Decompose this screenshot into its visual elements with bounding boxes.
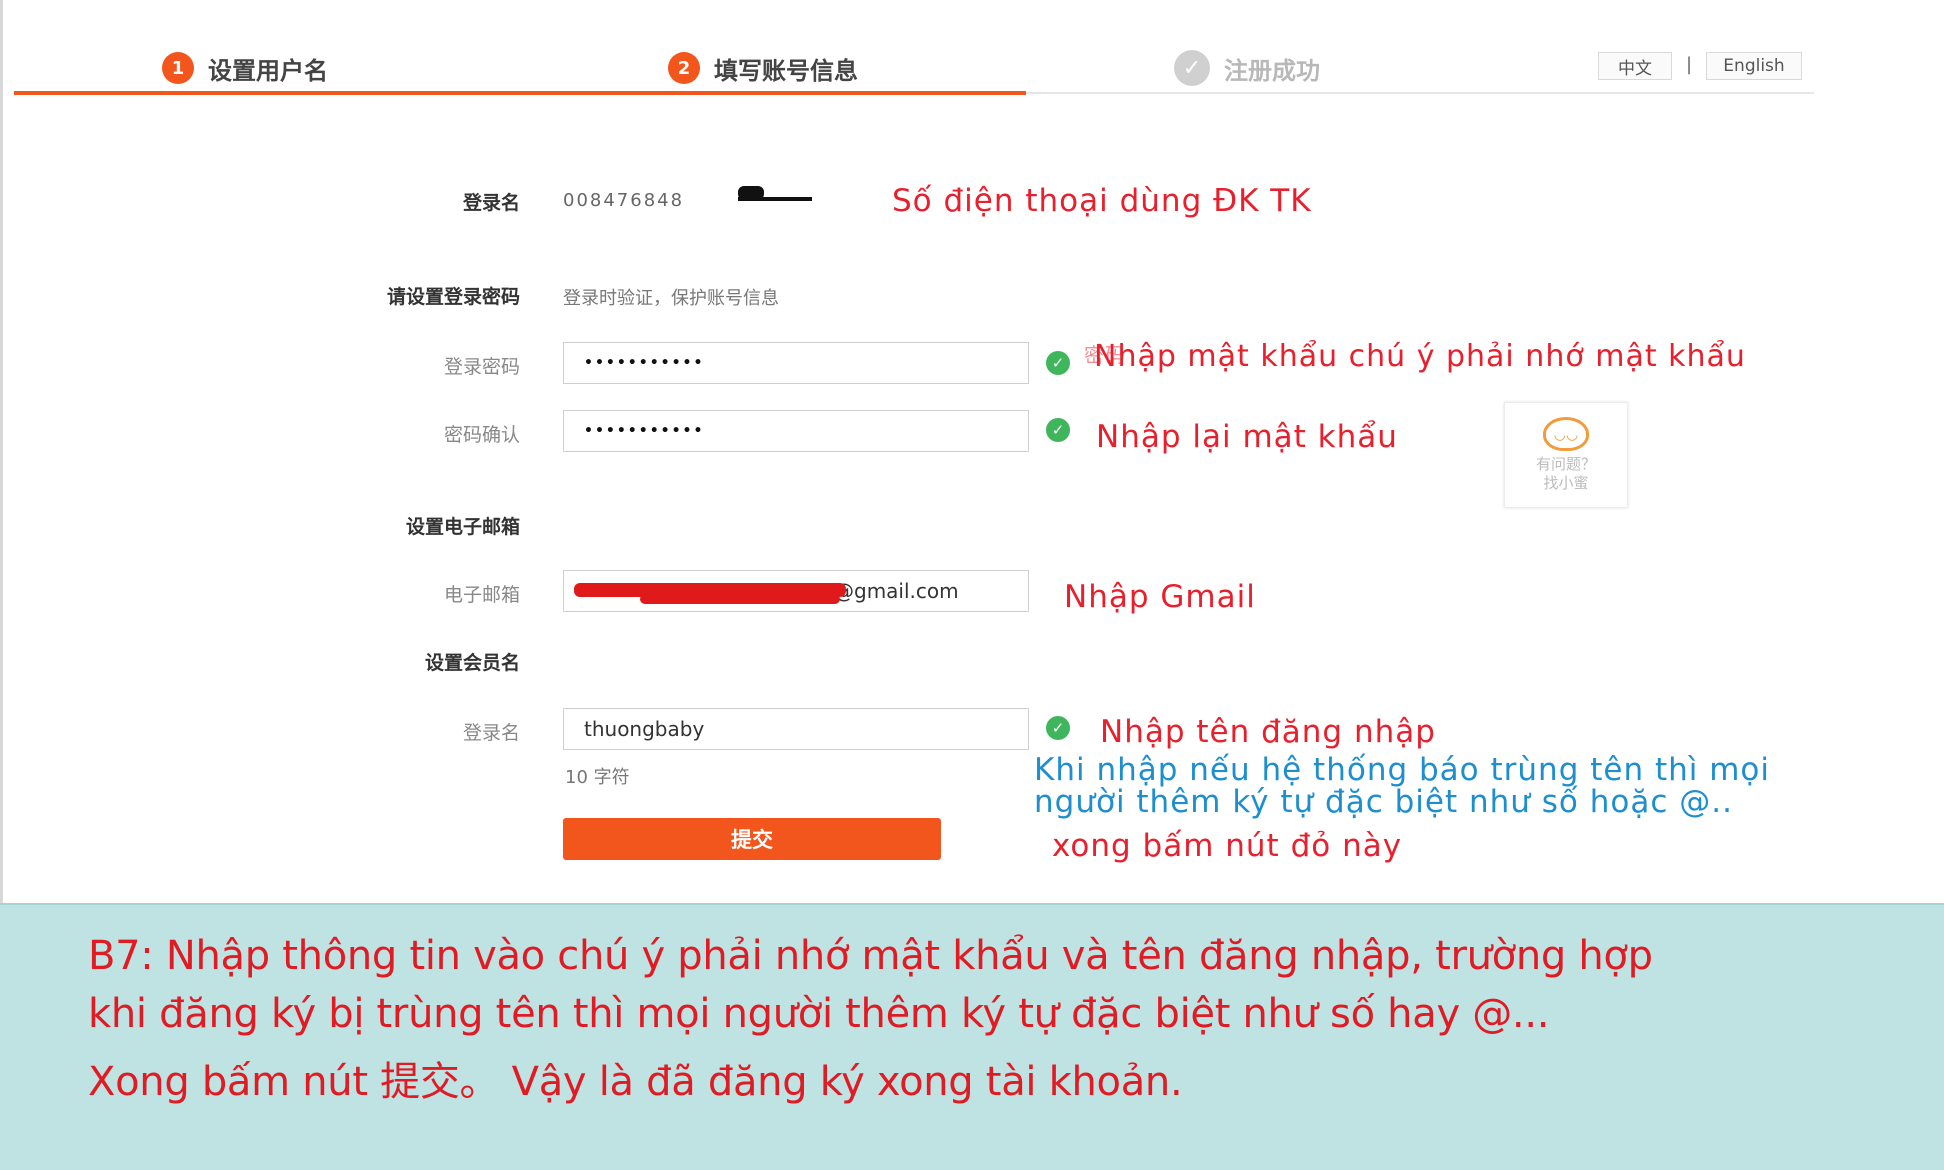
password-ok-icon: ✓: [1046, 351, 1070, 375]
caption-line-1: B7: Nhập thông tin vào chú ý phải nhớ mậ…: [88, 933, 1653, 979]
help-line-2: 找小蜜: [1543, 474, 1589, 492]
password-hint: 登录时验证，保护账号信息: [563, 288, 779, 309]
help-widget[interactable]: ◡◡ 有问题？ 找小蜜: [1504, 402, 1628, 508]
annotation-phone: Số điện thoại dùng ĐK TK: [892, 183, 1312, 219]
caption-panel: B7: Nhập thông tin vào chú ý phải nhớ mậ…: [0, 903, 1944, 1170]
login-name-label: 登录名: [462, 192, 520, 214]
annotation-duplicate-line-2: người thêm ký tự đặc biệt như số hoặc @.…: [1034, 784, 1733, 820]
email-domain-text: @gmail.com: [834, 579, 959, 603]
email-section-title: 设置电子邮箱: [405, 516, 520, 538]
step-2-label: 填写账号信息: [714, 56, 858, 85]
redaction-scribble: [738, 186, 764, 200]
confirm-ok-icon: ✓: [1046, 418, 1070, 442]
lang-zh-button[interactable]: 中文: [1598, 52, 1672, 80]
login-name-value: 008476848: [563, 190, 685, 211]
password-section-title: 请设置登录密码: [386, 286, 520, 308]
step-3-label: 注册成功: [1224, 56, 1320, 85]
stepbar-progress: [14, 91, 1026, 95]
confirm-password-input[interactable]: •••••••••••: [563, 410, 1029, 452]
lang-en-button[interactable]: English: [1706, 52, 1802, 80]
step-1: 1 设置用户名: [162, 48, 328, 88]
confirm-password-label: 密码确认: [443, 424, 520, 446]
annotation-password: Nhập mật khẩu chú ý phải nhớ mật khẩu: [1094, 339, 1746, 374]
member-section-title: 设置会员名: [424, 652, 520, 674]
page-left-edge: [0, 0, 3, 903]
annotation-username: Nhập tên đăng nhập: [1100, 714, 1436, 750]
help-line-1: 有问题？: [1535, 455, 1596, 473]
assistant-face-icon: ◡◡: [1543, 417, 1589, 451]
step-1-label: 设置用户名: [208, 56, 328, 85]
step-3: ✓ 注册成功: [1174, 48, 1320, 88]
redaction-mark: [640, 594, 840, 604]
annotation-confirm: Nhập lại mật khẩu: [1096, 419, 1398, 455]
step-2-number: 2: [668, 52, 700, 84]
email-label: 电子邮箱: [443, 584, 520, 606]
member-name-hint: 10 字符: [565, 767, 630, 788]
caption-line-3: Xong bấm nút 提交。 Vậy là đã đăng ký xong …: [88, 1059, 1183, 1105]
annotation-gmail: Nhập Gmail: [1064, 579, 1256, 615]
checkmark-icon: ✓: [1174, 50, 1210, 86]
annotation-press-button: xong bấm nút đỏ này: [1052, 828, 1403, 864]
password-label: 登录密码: [443, 356, 520, 378]
step-1-number: 1: [162, 52, 194, 84]
member-name-input[interactable]: thuongbaby: [563, 708, 1029, 750]
annotation-duplicate-line-1: Khi nhập nếu hệ thống báo trùng tên thì …: [1034, 752, 1771, 788]
submit-button[interactable]: 提交: [563, 818, 941, 860]
member-name-label: 登录名: [462, 722, 520, 744]
password-input[interactable]: •••••••••••: [563, 342, 1029, 384]
step-2: 2 填写账号信息: [668, 48, 858, 88]
caption-line-2: khi đăng ký bị trùng tên thì mọi người t…: [88, 991, 1550, 1037]
member-ok-icon: ✓: [1046, 716, 1070, 740]
lang-separator: |: [1686, 54, 1693, 75]
